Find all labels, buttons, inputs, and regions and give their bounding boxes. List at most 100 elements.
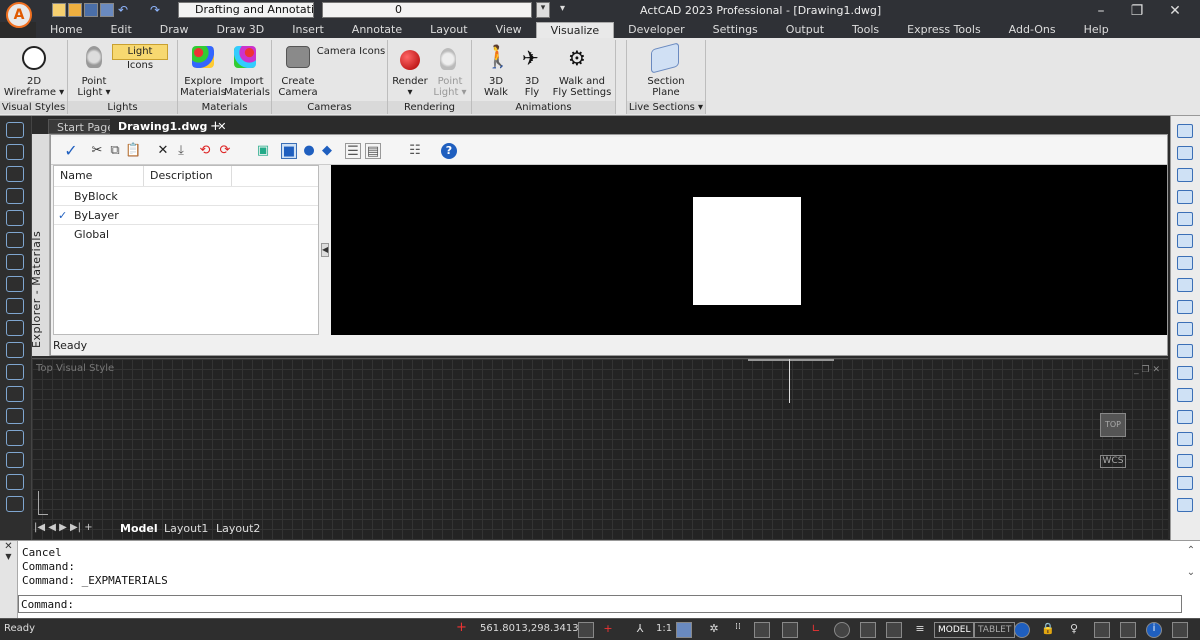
region-tool-icon[interactable] [6,364,24,380]
explore-materials-button[interactable]: Explore Materials [180,76,226,98]
camera-icons-button[interactable]: Camera Icons [316,46,386,57]
menu-edit[interactable]: Edit [96,22,145,38]
delete-icon[interactable]: ✕ [155,143,171,159]
ring-tool-icon[interactable] [6,408,24,424]
list-view-icon[interactable]: ☰ [345,143,361,159]
add-tab-button[interactable]: + [202,119,229,134]
fillet-icon[interactable] [1177,432,1193,446]
isolate-icon[interactable]: ♀ [1066,622,1082,638]
render-button[interactable]: Render ▾ [392,76,428,98]
drawing-viewport[interactable]: Top Visual Style _ ❐ ✕ TOP WCS [32,358,1168,540]
walk-fly-settings-button[interactable]: Walk and Fly Settings [550,76,614,98]
options-icon[interactable]: ☷ [407,143,423,159]
copy-tool-icon[interactable] [1177,146,1193,160]
3d-walk-button[interactable]: 3D Walk [476,76,516,98]
otrack-icon[interactable] [860,622,876,638]
viewport-label[interactable]: Top Visual Style [36,363,114,374]
array-icon[interactable] [1177,212,1193,226]
hatch-tool-icon[interactable] [6,320,24,336]
detail-view-icon[interactable]: ▤ [365,143,381,159]
tab-layout2[interactable]: Layout2 [216,522,260,535]
point-light-button[interactable]: Point Light ▾ [72,76,116,98]
new-folder-icon[interactable]: ▣ [255,143,271,159]
command-options-icon[interactable]: ▼ [0,552,17,561]
coordinate-icon[interactable]: + [456,620,467,635]
menu-annotate[interactable]: Annotate [338,22,416,38]
spline-tool-icon[interactable] [6,166,24,182]
purge-icon[interactable]: ⟲ [197,143,213,159]
annotation-visibility-icon[interactable] [676,622,692,638]
annotation-scale[interactable]: 1:1 [656,623,672,634]
tab-model[interactable]: Model [120,522,158,535]
3d-fly-button[interactable]: 3D Fly [514,76,550,98]
help-icon[interactable]: ? [441,143,457,159]
light-icons-button[interactable]: Light Icons [112,44,168,71]
layout-nav-buttons[interactable]: |◀ ◀ ▶ ▶| + [34,522,93,533]
circle-tool-icon[interactable] [6,210,24,226]
sphere-view-icon[interactable]: ● [301,143,317,159]
paste-icon[interactable]: 📋 [125,143,141,159]
wcs-menu[interactable]: WCS [1100,455,1126,468]
layer-select[interactable]: 0 [322,2,532,18]
plane-view-icon[interactable]: ◆ [319,143,335,159]
table-row[interactable]: Global [54,224,318,243]
menu-developer[interactable]: Developer [614,22,699,38]
menu-draw-3d[interactable]: Draw 3D [203,22,279,38]
trim-icon[interactable] [1177,322,1193,336]
arc-tool-icon[interactable] [6,144,24,160]
viewport-controls[interactable]: _ ❐ ✕ [1116,365,1160,377]
lengthen-icon[interactable] [1177,498,1193,512]
viewcube[interactable]: TOP [1100,413,1126,437]
menu-home[interactable]: Home [36,22,96,38]
table-row[interactable]: ✓ ByLayer [54,205,318,224]
menu-help[interactable]: Help [1070,22,1123,38]
cloud-tool-icon[interactable] [6,386,24,402]
move-icon[interactable] [1177,124,1193,138]
chevron-down-icon[interactable]: ▾ [560,3,568,17]
grid-icon[interactable]: + [600,622,616,638]
snap-icon[interactable] [578,622,594,638]
grid-display-icon[interactable] [754,622,770,638]
menu-tools[interactable]: Tools [838,22,893,38]
menu-add-ons[interactable]: Add-Ons [995,22,1070,38]
break-icon[interactable] [1177,366,1193,380]
workspace-icon[interactable]: ✲ [706,622,722,638]
curve-tool-icon[interactable] [6,232,24,248]
undo-icon[interactable]: ↶ [118,3,132,17]
section-plane-button[interactable]: Section Plane [627,76,705,98]
close-window-button[interactable]: ✕ [1158,0,1192,22]
refresh-tool-icon[interactable] [6,496,24,512]
ellipse-tool-icon[interactable] [6,254,24,270]
hardware-acceleration-icon[interactable] [1094,622,1110,638]
rendering-point-light-button[interactable]: Point Light ▾ [428,76,472,98]
command-input[interactable]: Command: [18,595,1182,613]
menu-visualize[interactable]: Visualize [535,22,615,38]
point-tool-icon[interactable] [6,298,24,314]
line-tool-icon[interactable] [6,122,24,138]
visual-style-button[interactable]: 2D Wireframe ▾ [0,76,68,98]
export-icon[interactable]: ⤓ [173,143,189,159]
fillet-tool-icon[interactable] [6,452,24,468]
polyline-tool-icon[interactable] [6,188,24,204]
model-toggle[interactable]: MODEL [934,622,975,638]
lock-icon[interactable]: 🔒 [1040,622,1056,638]
tab-layout1[interactable]: Layout1 [164,522,208,535]
menu-settings[interactable]: Settings [699,22,772,38]
import-materials-button[interactable]: Import Materials [224,76,270,98]
menu-insert[interactable]: Insert [278,22,338,38]
command-scrollbar[interactable]: ⌃ ⌄ [1184,545,1198,595]
rotate-icon[interactable] [1177,256,1193,270]
app-logo-icon[interactable]: A [6,2,32,28]
save-icon[interactable] [84,3,98,17]
dots-icon[interactable]: ⁞⁞ [730,622,746,638]
ortho-icon[interactable] [782,622,798,638]
polygon-tool-icon[interactable] [6,430,24,446]
column-header-name[interactable]: Name [54,166,144,186]
table-row[interactable]: ByBlock [54,186,318,205]
table-tool-icon[interactable] [6,474,24,490]
create-camera-button[interactable]: Create Camera [274,76,322,98]
erase-icon[interactable] [1177,234,1193,248]
column-header-description[interactable]: Description [144,166,232,186]
purge-all-icon[interactable]: ⟳ [217,143,233,159]
cut-icon[interactable]: ✂ [89,143,105,159]
